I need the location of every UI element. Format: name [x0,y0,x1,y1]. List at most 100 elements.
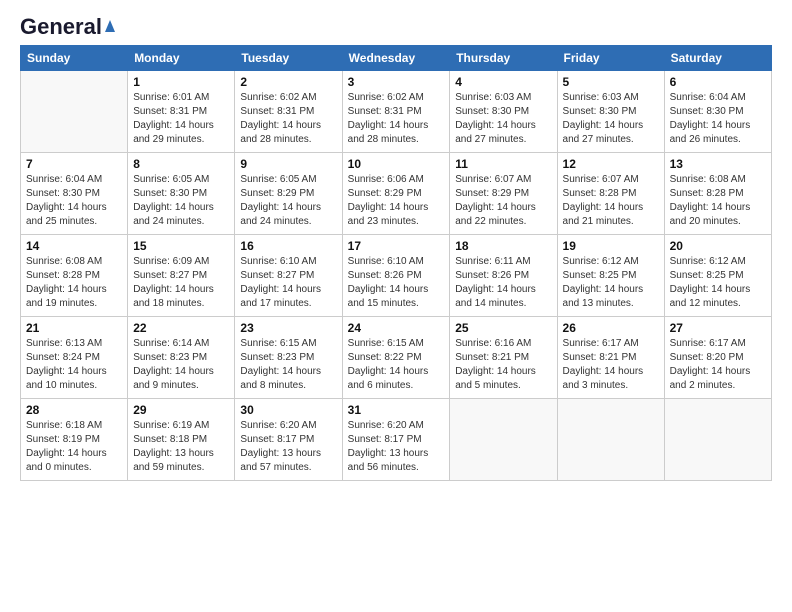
day-number: 12 [563,157,659,171]
day-info: Sunrise: 6:05 AM Sunset: 8:30 PM Dayligh… [133,173,229,229]
weekday-header-tuesday: Tuesday [235,46,342,71]
calendar-cell-2-7: 13 Sunrise: 6:08 AM Sunset: 8:28 PM Dayli… [664,153,771,235]
calendar-cell-5-7 [664,399,771,481]
calendar-cell-3-3: 16 Sunrise: 6:10 AM Sunset: 8:27 PM Dayli… [235,235,342,317]
day-info: Sunrise: 6:11 AM Sunset: 8:26 PM Dayligh… [455,255,551,311]
day-number: 29 [133,403,229,417]
day-info: Sunrise: 6:08 AM Sunset: 8:28 PM Dayligh… [670,173,766,229]
weekday-header-wednesday: Wednesday [342,46,450,71]
calendar-cell-2-2: 8 Sunrise: 6:05 AM Sunset: 8:30 PM Daylig… [128,153,235,235]
day-number: 17 [348,239,445,253]
calendar-cell-1-2: 1 Sunrise: 6:01 AM Sunset: 8:31 PM Daylig… [128,71,235,153]
calendar-week-row-1: 1 Sunrise: 6:01 AM Sunset: 8:31 PM Daylig… [21,71,772,153]
calendar-cell-4-2: 22Sunrise: 6:14 AM Sunset: 8:23 PM Dayli… [128,317,235,399]
day-info: Sunrise: 6:02 AM Sunset: 8:31 PM Dayligh… [240,91,336,147]
day-info: Sunrise: 6:08 AM Sunset: 8:28 PM Dayligh… [26,255,122,311]
day-number: 3 [348,75,445,89]
calendar-cell-3-1: 14 Sunrise: 6:08 AM Sunset: 8:28 PM Dayli… [21,235,128,317]
day-info: Sunrise: 6:04 AM Sunset: 8:30 PM Dayligh… [670,91,766,147]
calendar-cell-3-4: 17 Sunrise: 6:10 AM Sunset: 8:26 PM Dayli… [342,235,450,317]
day-number: 1 [133,75,229,89]
calendar-cell-1-6: 5 Sunrise: 6:03 AM Sunset: 8:30 PM Daylig… [557,71,664,153]
day-info: Sunrise: 6:13 AM Sunset: 8:24 PM Dayligh… [26,337,122,393]
day-info: Sunrise: 6:17 AM Sunset: 8:21 PM Dayligh… [563,337,659,393]
day-number: 25 [455,321,551,335]
day-info: Sunrise: 6:20 AM Sunset: 8:17 PM Dayligh… [348,419,445,475]
day-number: 20 [670,239,766,253]
day-info: Sunrise: 6:07 AM Sunset: 8:28 PM Dayligh… [563,173,659,229]
day-number: 6 [670,75,766,89]
day-info: Sunrise: 6:10 AM Sunset: 8:26 PM Dayligh… [348,255,445,311]
calendar-cell-4-1: 21 Sunrise: 6:13 AM Sunset: 8:24 PM Dayli… [21,317,128,399]
day-number: 24 [348,321,445,335]
logo: General [20,16,115,35]
calendar-cell-5-1: 28 Sunrise: 6:18 AM Sunset: 8:19 PM Dayli… [21,399,128,481]
day-number: 30 [240,403,336,417]
day-info: Sunrise: 6:20 AM Sunset: 8:17 PM Dayligh… [240,419,336,475]
day-number: 4 [455,75,551,89]
day-info: Sunrise: 6:16 AM Sunset: 8:21 PM Dayligh… [455,337,551,393]
calendar-week-row-4: 21 Sunrise: 6:13 AM Sunset: 8:24 PM Dayli… [21,317,772,399]
day-info: Sunrise: 6:03 AM Sunset: 8:30 PM Dayligh… [455,91,551,147]
calendar-cell-5-4: 31 Sunrise: 6:20 AM Sunset: 8:17 PM Dayli… [342,399,450,481]
day-info: Sunrise: 6:05 AM Sunset: 8:29 PM Dayligh… [240,173,336,229]
day-number: 10 [348,157,445,171]
day-number: 21 [26,321,122,335]
calendar-cell-2-6: 12 Sunrise: 6:07 AM Sunset: 8:28 PM Dayli… [557,153,664,235]
day-info: Sunrise: 6:12 AM Sunset: 8:25 PM Dayligh… [670,255,766,311]
day-info: Sunrise: 6:19 AM Sunset: 8:18 PM Dayligh… [133,419,229,475]
calendar-cell-1-1 [21,71,128,153]
calendar-cell-5-5 [450,399,557,481]
day-number: 15 [133,239,229,253]
weekday-header-friday: Friday [557,46,664,71]
weekday-header-thursday: Thursday [450,46,557,71]
header: General [20,16,772,35]
day-number: 13 [670,157,766,171]
calendar-cell-2-3: 9 Sunrise: 6:05 AM Sunset: 8:29 PM Daylig… [235,153,342,235]
weekday-header-monday: Monday [128,46,235,71]
calendar-cell-2-5: 11 Sunrise: 6:07 AM Sunset: 8:29 PM Dayli… [450,153,557,235]
calendar-header-row: SundayMondayTuesdayWednesdayThursdayFrid… [21,46,772,71]
day-number: 2 [240,75,336,89]
day-info: Sunrise: 6:07 AM Sunset: 8:29 PM Dayligh… [455,173,551,229]
day-number: 11 [455,157,551,171]
calendar-cell-4-7: 27 Sunrise: 6:17 AM Sunset: 8:20 PM Dayli… [664,317,771,399]
logo-general-text: General [20,16,102,38]
calendar-cell-3-2: 15Sunrise: 6:09 AM Sunset: 8:27 PM Dayli… [128,235,235,317]
day-number: 16 [240,239,336,253]
day-number: 28 [26,403,122,417]
day-info: Sunrise: 6:02 AM Sunset: 8:31 PM Dayligh… [348,91,445,147]
calendar-cell-4-3: 23Sunrise: 6:15 AM Sunset: 8:23 PM Dayli… [235,317,342,399]
day-number: 7 [26,157,122,171]
calendar-cell-5-3: 30 Sunrise: 6:20 AM Sunset: 8:17 PM Dayli… [235,399,342,481]
day-number: 5 [563,75,659,89]
calendar-cell-4-6: 26Sunrise: 6:17 AM Sunset: 8:21 PM Dayli… [557,317,664,399]
day-number: 8 [133,157,229,171]
day-info: Sunrise: 6:18 AM Sunset: 8:19 PM Dayligh… [26,419,122,475]
calendar-table: SundayMondayTuesdayWednesdayThursdayFrid… [20,45,772,481]
day-info: Sunrise: 6:15 AM Sunset: 8:23 PM Dayligh… [240,337,336,393]
day-info: Sunrise: 6:17 AM Sunset: 8:20 PM Dayligh… [670,337,766,393]
day-number: 19 [563,239,659,253]
calendar-cell-3-5: 18Sunrise: 6:11 AM Sunset: 8:26 PM Dayli… [450,235,557,317]
calendar-cell-2-1: 7 Sunrise: 6:04 AM Sunset: 8:30 PM Daylig… [21,153,128,235]
day-info: Sunrise: 6:03 AM Sunset: 8:30 PM Dayligh… [563,91,659,147]
calendar-cell-4-4: 24 Sunrise: 6:15 AM Sunset: 8:22 PM Dayli… [342,317,450,399]
calendar-cell-1-7: 6 Sunrise: 6:04 AM Sunset: 8:30 PM Daylig… [664,71,771,153]
day-info: Sunrise: 6:06 AM Sunset: 8:29 PM Dayligh… [348,173,445,229]
day-info: Sunrise: 6:04 AM Sunset: 8:30 PM Dayligh… [26,173,122,229]
day-number: 14 [26,239,122,253]
calendar-week-row-2: 7 Sunrise: 6:04 AM Sunset: 8:30 PM Daylig… [21,153,772,235]
day-info: Sunrise: 6:01 AM Sunset: 8:31 PM Dayligh… [133,91,229,147]
day-number: 27 [670,321,766,335]
calendar-cell-1-4: 3 Sunrise: 6:02 AM Sunset: 8:31 PM Daylig… [342,71,450,153]
calendar-cell-3-6: 19Sunrise: 6:12 AM Sunset: 8:25 PM Dayli… [557,235,664,317]
calendar-week-row-5: 28 Sunrise: 6:18 AM Sunset: 8:19 PM Dayli… [21,399,772,481]
page: General SundayMondayTuesdayWednesdayThur… [0,0,792,612]
day-number: 9 [240,157,336,171]
calendar-cell-2-4: 10 Sunrise: 6:06 AM Sunset: 8:29 PM Dayli… [342,153,450,235]
day-info: Sunrise: 6:10 AM Sunset: 8:27 PM Dayligh… [240,255,336,311]
day-info: Sunrise: 6:15 AM Sunset: 8:22 PM Dayligh… [348,337,445,393]
day-info: Sunrise: 6:14 AM Sunset: 8:23 PM Dayligh… [133,337,229,393]
day-number: 31 [348,403,445,417]
